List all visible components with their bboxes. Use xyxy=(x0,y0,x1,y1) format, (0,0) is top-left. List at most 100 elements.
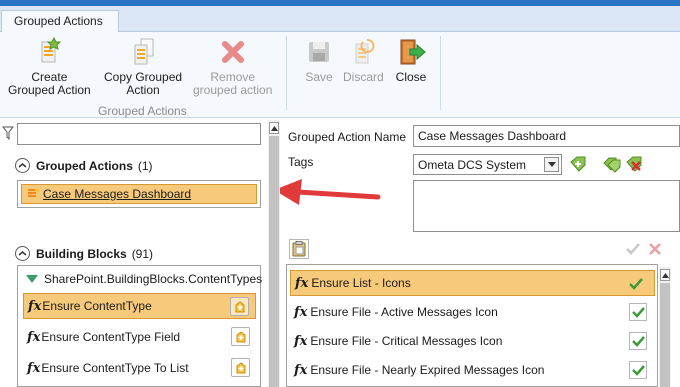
chevron-up-icon[interactable] xyxy=(15,158,30,173)
ribbon-separator xyxy=(286,36,287,110)
category-label: SharePoint.BuildingBlocks.ContentTypes xyxy=(44,272,263,286)
add-icon xyxy=(236,361,245,373)
section-title: Grouped Actions xyxy=(36,158,133,173)
add-block-button[interactable] xyxy=(230,297,249,316)
list-item-label: Case Messages Dashboard xyxy=(43,187,192,201)
list-item[interactable]: fx Ensure List - Icons xyxy=(290,270,655,296)
section-title: Building Blocks xyxy=(36,246,127,261)
grouped-action-name-label: Grouped Action Name xyxy=(288,130,407,144)
list-item-label: Ensure ContentType Field xyxy=(41,330,181,344)
discard-icon xyxy=(355,39,375,64)
add-icon xyxy=(235,300,244,312)
chevron-down-icon[interactable] xyxy=(544,157,559,172)
check-icon xyxy=(631,364,645,376)
close-label: Close xyxy=(395,70,427,84)
grouped-action-steps-list: fx Ensure List - Icons fx Ensure File - … xyxy=(286,264,658,387)
list-item[interactable]: fx Ensure File - Active Messages Icon xyxy=(290,299,655,325)
ribbon: Create Grouped Action Copy Grouped Actio… xyxy=(0,32,680,118)
list-item[interactable]: fx Ensure ContentType To List xyxy=(23,355,256,381)
remove-grouped-action-button[interactable]: Remove grouped action xyxy=(193,36,272,97)
discard-label: Discard xyxy=(343,70,384,84)
add-tag-button[interactable] xyxy=(568,155,588,175)
section-count: (91) xyxy=(131,246,154,261)
scroll-thumb[interactable] xyxy=(660,283,670,387)
chevron-up-icon[interactable] xyxy=(15,246,30,261)
list-item-label: Ensure ContentType To List xyxy=(41,361,189,375)
list-item[interactable]: fx Ensure File - Critical Messages Icon xyxy=(290,328,655,354)
grouped-action-name-field[interactable]: Case Messages Dashboard xyxy=(413,125,680,147)
copy-grouped-action-button[interactable]: Copy Grouped Action xyxy=(104,36,182,97)
list-item-label: Ensure List - Icons xyxy=(311,276,411,290)
tags-add-icon xyxy=(603,157,621,173)
filter-input[interactable] xyxy=(17,123,261,145)
add-block-button[interactable] xyxy=(231,358,250,377)
plus-star-icon xyxy=(41,36,62,63)
scroll-up-icon[interactable] xyxy=(660,269,670,281)
create-label-2: Grouped Action xyxy=(8,83,91,97)
fx-icon: fx xyxy=(294,333,308,349)
list-item-label: Ensure File - Critical Messages Icon xyxy=(310,334,503,348)
left-scrollbar[interactable] xyxy=(268,120,280,387)
close-button[interactable]: Close xyxy=(395,36,427,84)
expand-triangle-icon[interactable] xyxy=(26,275,38,283)
ribbon-separator-2 xyxy=(440,36,441,110)
scroll-thumb[interactable] xyxy=(269,136,279,387)
building-blocks-section-header[interactable]: Building Blocks (91) xyxy=(15,246,153,261)
tags-select-value: Ometa DCS System xyxy=(418,158,527,172)
add-block-button[interactable] xyxy=(231,327,250,346)
save-disk-icon xyxy=(309,42,329,62)
check-icon[interactable] xyxy=(628,276,644,292)
save-button[interactable]: Save xyxy=(303,36,335,84)
paste-button[interactable] xyxy=(289,239,309,259)
discard-button[interactable]: Discard xyxy=(343,36,384,84)
tag-remove-icon xyxy=(626,156,642,172)
category-header[interactable]: SharePoint.BuildingBlocks.ContentTypes xyxy=(26,272,262,286)
uncheck-all-button[interactable] xyxy=(645,239,665,259)
fx-icon: fx xyxy=(27,360,41,376)
list-item-label: Ensure File - Active Messages Icon xyxy=(310,305,498,319)
section-count: (1) xyxy=(137,158,153,173)
clipboard-icon xyxy=(292,241,306,257)
add-icon xyxy=(236,330,245,342)
tags-label: Tags xyxy=(288,155,314,169)
list-item[interactable]: fx Ensure ContentType Field xyxy=(23,324,256,350)
ribbon-tabbar: Grouped Actions xyxy=(0,6,680,33)
check-icon xyxy=(631,306,645,318)
copy-icon xyxy=(134,38,154,65)
create-grouped-action-button[interactable]: Create Grouped Action xyxy=(8,36,91,97)
enabled-checkbox[interactable] xyxy=(629,303,647,321)
copy-label-2: Action xyxy=(126,83,160,97)
check-all-button[interactable] xyxy=(623,239,643,259)
list-item[interactable]: Case Messages Dashboard xyxy=(21,184,257,204)
check-icon xyxy=(626,243,640,255)
enabled-checkbox[interactable] xyxy=(629,361,647,379)
tag-add-icon xyxy=(570,156,586,172)
annotation-arrow xyxy=(274,179,381,205)
save-label: Save xyxy=(305,70,333,84)
list-item[interactable]: fx Ensure ContentType xyxy=(23,293,256,319)
right-scrollbar[interactable] xyxy=(659,267,671,387)
tags-area[interactable] xyxy=(413,180,680,232)
filter-icon[interactable] xyxy=(2,126,14,140)
tags-select[interactable]: Ometa DCS System xyxy=(413,154,562,175)
grouped-action-icon xyxy=(28,188,39,197)
fx-icon: fx xyxy=(295,275,309,291)
fx-icon: fx xyxy=(294,362,308,378)
remove-tag-button[interactable] xyxy=(624,155,644,175)
scroll-up-icon[interactable] xyxy=(269,122,279,134)
add-tag-group-button[interactable] xyxy=(602,155,622,175)
enabled-checkbox[interactable] xyxy=(629,332,647,350)
fx-icon: fx xyxy=(28,298,42,314)
grouped-actions-section-header[interactable]: Grouped Actions (1) xyxy=(15,158,153,173)
fx-icon: fx xyxy=(27,329,41,345)
list-item[interactable]: fx Ensure File - Nearly Expired Messages… xyxy=(290,357,655,383)
fx-icon: fx xyxy=(294,304,308,320)
building-blocks-list: SharePoint.BuildingBlocks.ContentTypes f… xyxy=(17,265,262,387)
ribbon-group-label: Grouped Actions xyxy=(98,104,187,118)
uncheck-icon xyxy=(649,243,661,255)
grouped-actions-list: Case Messages Dashboard xyxy=(17,180,261,208)
list-item-label: Ensure File - Nearly Expired Messages Ic… xyxy=(310,363,545,377)
list-item-label: Ensure ContentType xyxy=(42,299,152,313)
tab-grouped-actions[interactable]: Grouped Actions xyxy=(1,10,119,33)
remove-x-icon xyxy=(221,41,244,63)
